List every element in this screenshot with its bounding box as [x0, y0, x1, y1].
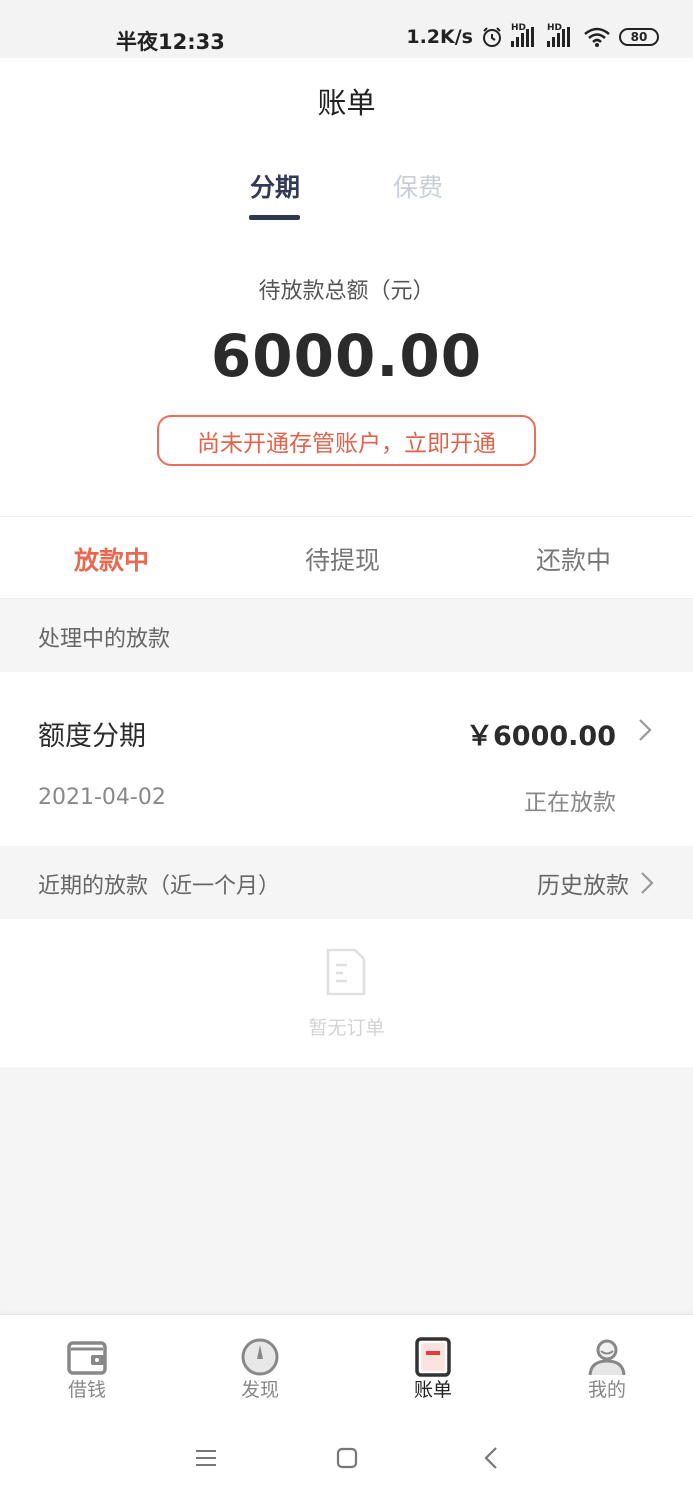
loan-date: 2021-04-02 [38, 785, 166, 810]
menu-icon[interactable] [192, 1444, 220, 1472]
document-icon [326, 948, 366, 996]
page-title: 账单 [317, 86, 376, 120]
bottom-navigation: 借钱 发现 账单 我的 [0, 1314, 693, 1416]
nav-borrow[interactable]: 借钱 [27, 1315, 147, 1417]
history-link-label: 历史放款 [537, 873, 629, 899]
open-custody-account-button[interactable]: 尚未开通存管账户，立即开通 [157, 415, 536, 466]
compass-icon [241, 1338, 279, 1376]
section-title: 处理中的放款 [38, 627, 171, 652]
tab-insurance-fee[interactable]: 保费 [393, 168, 443, 204]
home-square-icon[interactable] [333, 1444, 361, 1472]
status-bar: 半夜12:33 1.2K/s HD HD 80 [0, 0, 693, 58]
status-indicators: 1.2K/s HD HD 80 [406, 23, 659, 48]
chevron-right-icon [641, 872, 654, 894]
nav-mine[interactable]: 我的 [547, 1315, 667, 1417]
network-speed: 1.2K/s [406, 26, 473, 48]
nav-label: 我的 [587, 1379, 626, 1401]
signal-hd-label: HD [511, 23, 527, 33]
processing-section-header: 处理中的放款 [0, 599, 693, 672]
wifi-icon [584, 27, 610, 47]
loan-status-tabs: 放款中 待提现 还款中 [0, 516, 693, 599]
pending-total-amount: 6000.00 [210, 322, 483, 390]
nav-discover[interactable]: 发现 [200, 1315, 320, 1417]
summary-card: 账单 分期 保费 待放款总额（元） 6000.00 尚未开通存管账户，立即开通 [0, 58, 693, 516]
tab-disbursing[interactable]: 放款中 [74, 541, 149, 577]
recent-section-header: 近期的放款（近一个月） 历史放款 [0, 846, 693, 919]
empty-state: 暂无订单 [0, 919, 693, 1067]
bill-icon [415, 1337, 451, 1377]
tab-pending-withdrawal[interactable]: 待提现 [305, 541, 380, 577]
wallet-icon [67, 1341, 107, 1375]
battery-icon: 80 [619, 28, 659, 46]
nav-label: 发现 [240, 1379, 279, 1401]
tab-repaying[interactable]: 还款中 [536, 541, 611, 577]
signal-hd-label: HD [547, 23, 563, 33]
empty-text: 暂无订单 [308, 1017, 385, 1039]
loan-name: 额度分期 [38, 721, 146, 752]
chevron-right-icon [639, 719, 652, 741]
loan-status: 正在放款 [524, 790, 616, 816]
signal-icon: HD [547, 23, 575, 47]
pending-total-label: 待放款总额（元） [258, 279, 435, 304]
active-tab-indicator [249, 215, 300, 220]
list-item[interactable]: 额度分期 ￥6000.00 2021-04-02 正在放款 [0, 672, 693, 846]
loan-amount: ￥6000.00 [466, 721, 616, 752]
section-title: 近期的放款（近一个月） [38, 874, 281, 899]
user-icon [588, 1339, 626, 1376]
back-icon[interactable] [478, 1444, 506, 1472]
alarm-icon [483, 27, 501, 47]
system-navigation-bar [0, 1416, 693, 1500]
tab-installment[interactable]: 分期 [250, 168, 300, 204]
status-time: 半夜12:33 [116, 30, 225, 54]
signal-icon: HD [511, 23, 539, 47]
history-loans-link[interactable]: 历史放款 [537, 866, 655, 900]
nav-label: 借钱 [67, 1379, 106, 1401]
nav-label: 账单 [413, 1379, 452, 1401]
nav-bill[interactable]: 账单 [373, 1315, 493, 1417]
